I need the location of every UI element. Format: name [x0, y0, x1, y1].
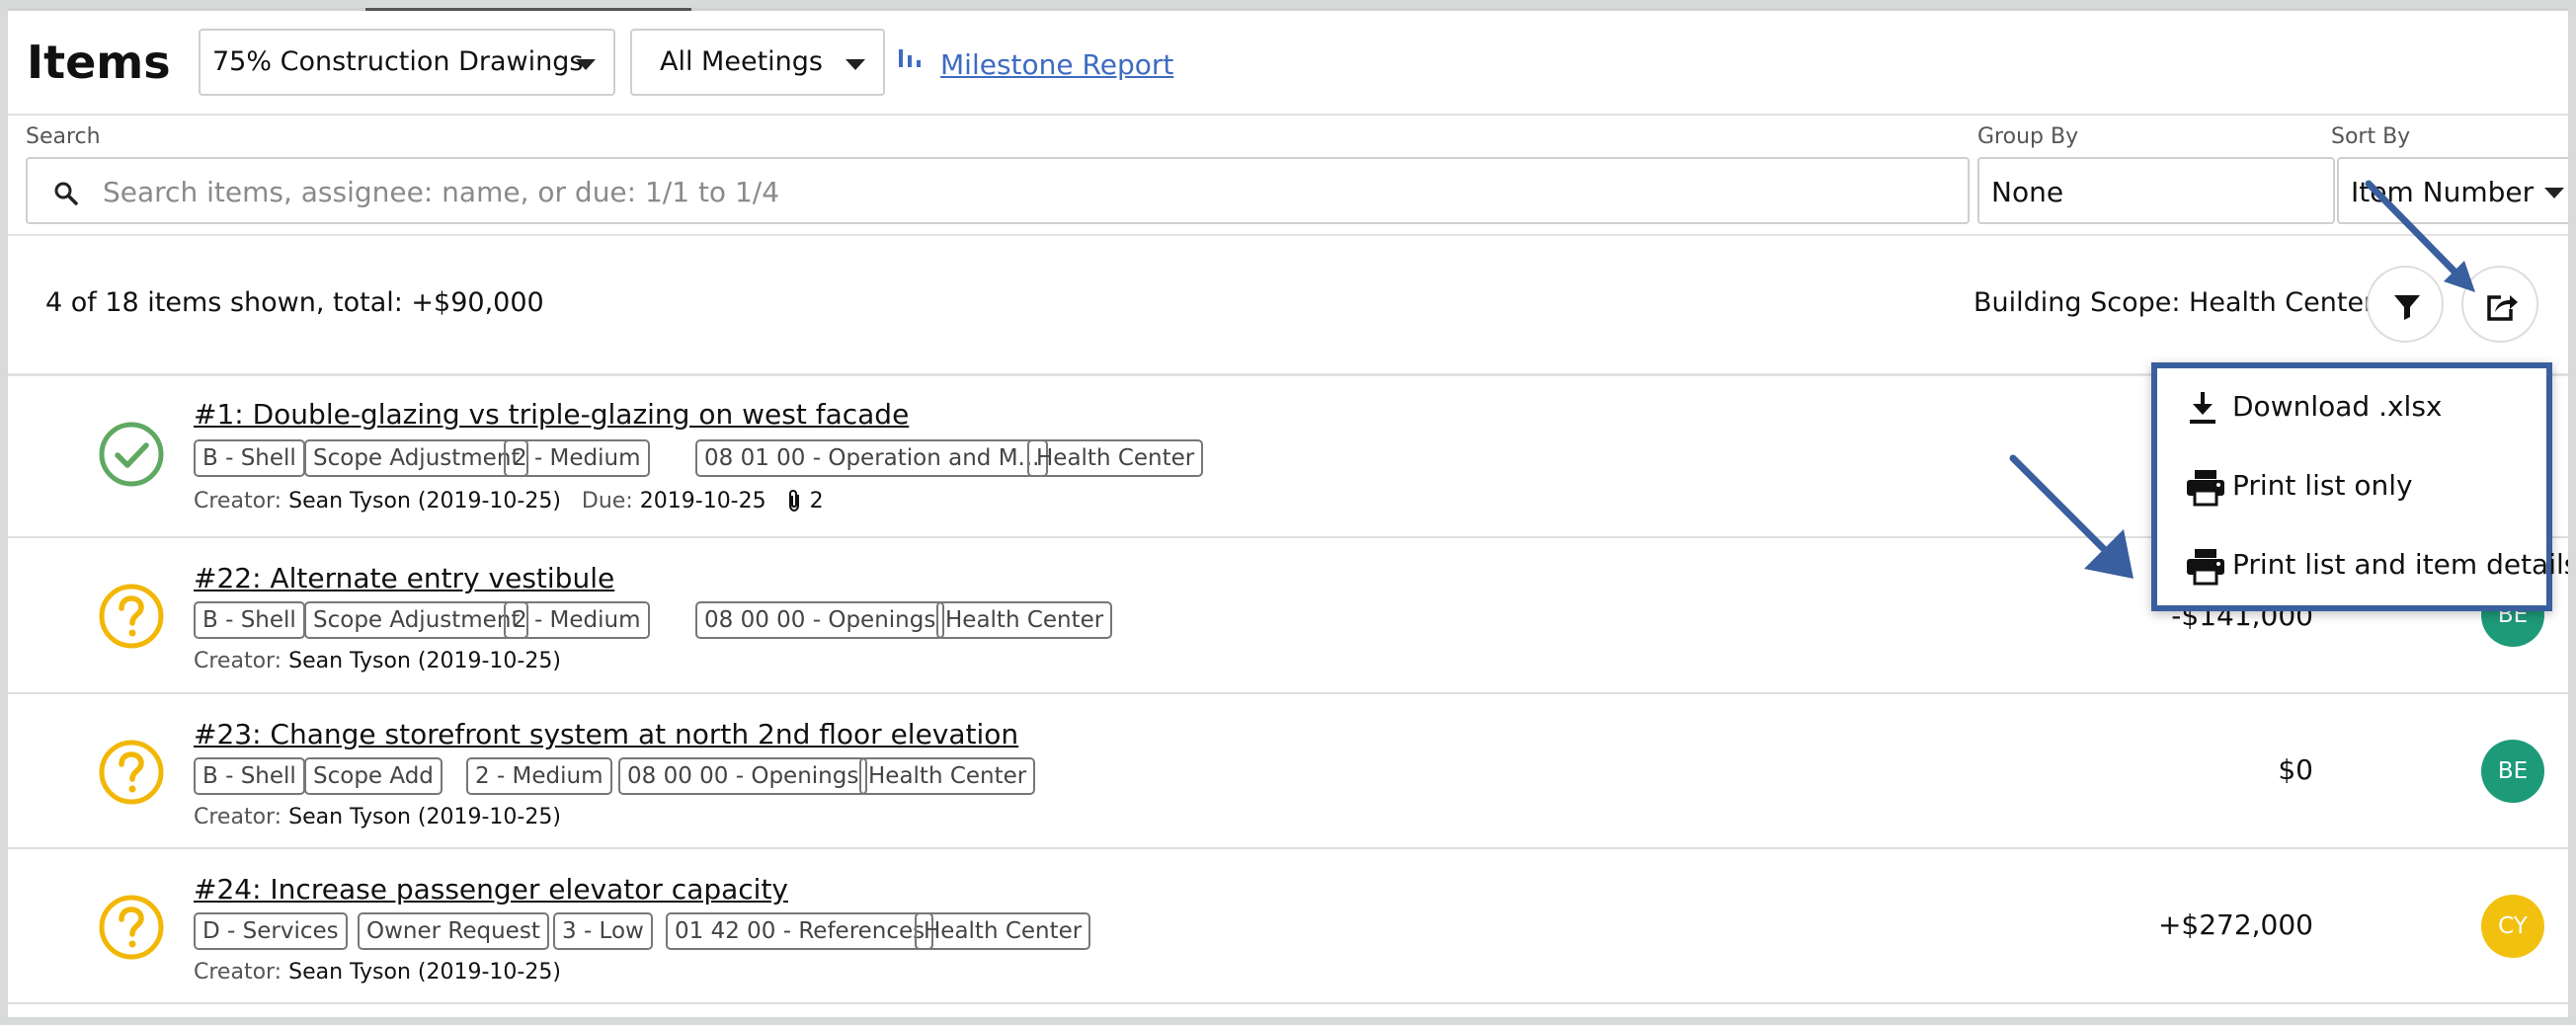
items-page: Items 75% Construction Drawings All Meet…	[8, 8, 2568, 1017]
item-cost: $0	[2278, 753, 2313, 786]
export-menu: Download .xlsx Print list only Print lis…	[2151, 362, 2568, 611]
search-toolbar: Search Search items, assignee: name, or …	[8, 117, 2568, 236]
creator-value: Sean Tyson (2019-10-25)	[288, 960, 561, 985]
tag: 08 01 00 - Operation and M...	[695, 439, 1049, 477]
tag: Scope Adjustment	[304, 601, 529, 639]
items-count-text: 4 of 18 items shown, total: +$90,000	[45, 287, 544, 318]
filter-button[interactable]	[2367, 266, 2444, 343]
group-by-label: Group By	[1977, 124, 2079, 149]
item-meta: Creator: Sean Tyson (2019-10-25)	[194, 649, 561, 673]
tag: Owner Request	[358, 912, 549, 950]
sort-by-value: Item Number	[2351, 176, 2535, 208]
menu-item-label: Print list only	[2232, 469, 2413, 502]
tag: 2 - Medium	[504, 601, 650, 639]
search-label: Search	[26, 124, 101, 149]
tag: Health Center	[859, 757, 1036, 795]
items-summary-bar: 4 of 18 items shown, total: +$90,000 Bui…	[8, 238, 2568, 376]
item-title-link[interactable]: #1: Double-glazing vs triple-glazing on …	[194, 398, 909, 431]
tag: Scope Add	[304, 757, 443, 795]
item-title-link[interactable]: #22: Alternate entry vestibule	[194, 562, 614, 594]
question-circle-icon	[99, 584, 164, 649]
item-meta: Creator: Sean Tyson (2019-10-25)	[194, 805, 561, 829]
question-circle-icon	[99, 740, 164, 805]
search-placeholder: Search items, assignee: name, or due: 1/…	[103, 176, 780, 208]
menu-item-label: Print list and item details	[2232, 548, 2568, 581]
tag: 08 00 00 - Openings	[695, 601, 945, 639]
group-by-select[interactable]: None	[1977, 157, 2335, 224]
sort-by-label: Sort By	[2331, 124, 2411, 149]
assignee-avatar[interactable]: CY	[2481, 895, 2544, 958]
download-icon	[2190, 392, 2215, 424]
item-cost: +$272,000	[2157, 908, 2313, 941]
creator-value: Sean Tyson (2019-10-25)	[288, 649, 561, 673]
page-header: Items 75% Construction Drawings All Meet…	[8, 11, 2568, 116]
page-title: Items	[27, 36, 171, 89]
item-row[interactable]: #23: Change storefront system at north 2…	[8, 694, 2568, 849]
creator-value: Sean Tyson (2019-10-25)	[288, 805, 561, 829]
sort-by-select[interactable]: Item Number	[2337, 157, 2568, 224]
tag: B - Shell	[194, 757, 305, 795]
item-meta: Creator: Sean Tyson (2019-10-25)	[194, 960, 561, 985]
tag: 08 00 00 - Openings	[618, 757, 868, 795]
tag: 3 - Low	[553, 912, 653, 950]
tag: 01 42 00 - References	[666, 912, 934, 950]
printer-icon	[2187, 549, 2224, 586]
milestone-report-link[interactable]: Milestone Report	[940, 48, 1173, 81]
building-scope-text: Building Scope: Health Center	[1973, 287, 2375, 318]
menu-item-print-details[interactable]: Print list and item details	[2157, 526, 2568, 605]
meeting-select-value: All Meetings	[660, 46, 823, 77]
tag: Scope Adjustment	[304, 439, 529, 477]
chevron-down-icon	[2544, 188, 2564, 198]
tag: Health Center	[1027, 439, 1204, 477]
chevron-down-icon	[845, 59, 865, 70]
item-meta: Creator: Sean Tyson (2019-10-25) Due: 20…	[194, 489, 824, 513]
menu-item-print-list[interactable]: Print list only	[2157, 447, 2546, 526]
assignee-avatar[interactable]: BE	[2481, 740, 2544, 803]
creator-value: Sean Tyson (2019-10-25)	[288, 489, 561, 513]
search-icon	[54, 182, 78, 205]
filter-icon	[2394, 295, 2420, 320]
question-circle-icon	[99, 895, 164, 960]
export-button[interactable]	[2461, 266, 2538, 343]
bar-chart-icon	[899, 49, 921, 67]
tag: 2 - Medium	[504, 439, 650, 477]
check-circle-icon	[99, 422, 164, 487]
creator-label: Creator:	[194, 805, 282, 829]
due-value: 2019-10-25	[639, 489, 766, 513]
milestone-select-value: 75% Construction Drawings	[212, 46, 584, 77]
item-title-link[interactable]: #24: Increase passenger elevator capacit…	[194, 873, 788, 906]
tag: D - Services	[194, 912, 348, 950]
paperclip-icon	[788, 489, 799, 512]
tag: Health Center	[915, 912, 1091, 950]
creator-label: Creator:	[194, 649, 282, 673]
chevron-down-icon	[576, 59, 596, 70]
tag: 2 - Medium	[466, 757, 612, 795]
menu-item-download-xlsx[interactable]: Download .xlsx	[2157, 368, 2546, 447]
item-row[interactable]: #24: Increase passenger elevator capacit…	[8, 849, 2568, 1004]
creator-label: Creator:	[194, 489, 282, 513]
printer-icon	[2187, 470, 2224, 507]
tag: B - Shell	[194, 439, 305, 477]
meeting-select[interactable]: All Meetings	[630, 29, 885, 96]
group-by-value: None	[1991, 176, 2064, 208]
search-input[interactable]: Search items, assignee: name, or due: 1/…	[26, 157, 1970, 224]
tag: B - Shell	[194, 601, 305, 639]
creator-label: Creator:	[194, 960, 282, 985]
milestone-select[interactable]: 75% Construction Drawings	[199, 29, 615, 96]
attachment-count: 2	[809, 489, 824, 513]
share-export-icon	[2487, 295, 2518, 321]
tag: Health Center	[936, 601, 1113, 639]
menu-item-label: Download .xlsx	[2232, 390, 2443, 423]
due-label: Due:	[581, 489, 633, 513]
item-title-link[interactable]: #23: Change storefront system at north 2…	[194, 718, 1018, 750]
